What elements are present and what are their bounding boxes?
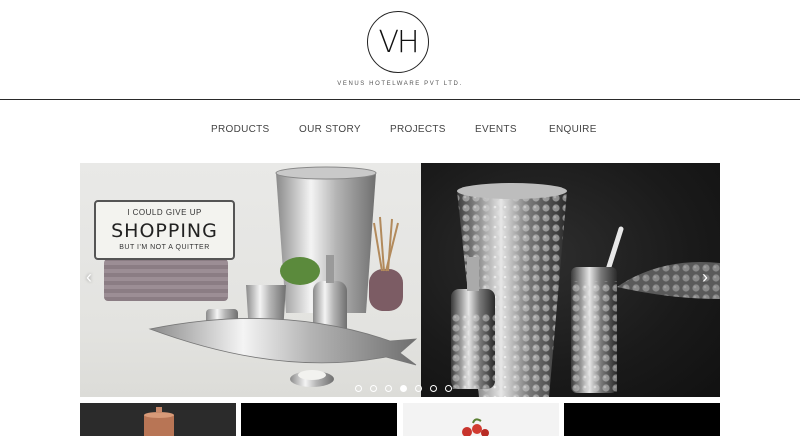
logo-mark: VH	[378, 24, 419, 60]
fruit-thumb-icon	[462, 418, 489, 436]
logo[interactable]: VH	[367, 11, 429, 73]
slider-prev-arrow-icon[interactable]: ‹	[86, 267, 92, 288]
slider-pagination	[355, 385, 452, 393]
slider-next-arrow-icon[interactable]: ›	[702, 267, 708, 288]
nav-item-events[interactable]: EVENTS	[475, 124, 517, 135]
slider-dot-4[interactable]	[400, 385, 407, 392]
bathroom-products-illustration	[148, 166, 418, 387]
slider-dot-3[interactable]	[385, 385, 392, 392]
nav-item-projects[interactable]: PROJECTS	[390, 124, 446, 135]
site-header: VH VENUS HOTELWARE PVT LTD.	[0, 0, 800, 100]
slide-image-bathroom-set: I COULD GIVE UP SHOPPING BUT I'M NOT A Q…	[80, 163, 421, 397]
hammered-products-illustration	[451, 183, 720, 397]
company-tagline: VENUS HOTELWARE PVT LTD.	[337, 81, 463, 87]
thumbnail-copper-pot[interactable]	[80, 403, 236, 436]
slider-dot-5[interactable]	[415, 385, 422, 392]
hero-slider: I COULD GIVE UP SHOPPING BUT I'M NOT A Q…	[80, 163, 720, 397]
thumbnail-dark-1[interactable]	[241, 403, 397, 436]
nav-item-our-story[interactable]: OUR STORY	[299, 124, 361, 135]
thumbnail-dark-2[interactable]	[564, 403, 720, 436]
thumbnail-fruit[interactable]	[403, 403, 559, 436]
slider-dot-7[interactable]	[445, 385, 452, 392]
main-nav: PRODUCTS OUR STORY PROJECTS EVENTS ENQUI…	[0, 124, 800, 138]
nav-item-enquire[interactable]: ENQUIRE	[549, 124, 597, 135]
slider-dot-6[interactable]	[430, 385, 437, 392]
slider-dot-2[interactable]	[370, 385, 377, 392]
copper-pot-thumb-icon	[144, 407, 174, 436]
slide-image-hammered-set	[421, 163, 720, 397]
nav-item-products[interactable]: PRODUCTS	[211, 124, 270, 135]
slider-dot-1[interactable]	[355, 385, 362, 392]
